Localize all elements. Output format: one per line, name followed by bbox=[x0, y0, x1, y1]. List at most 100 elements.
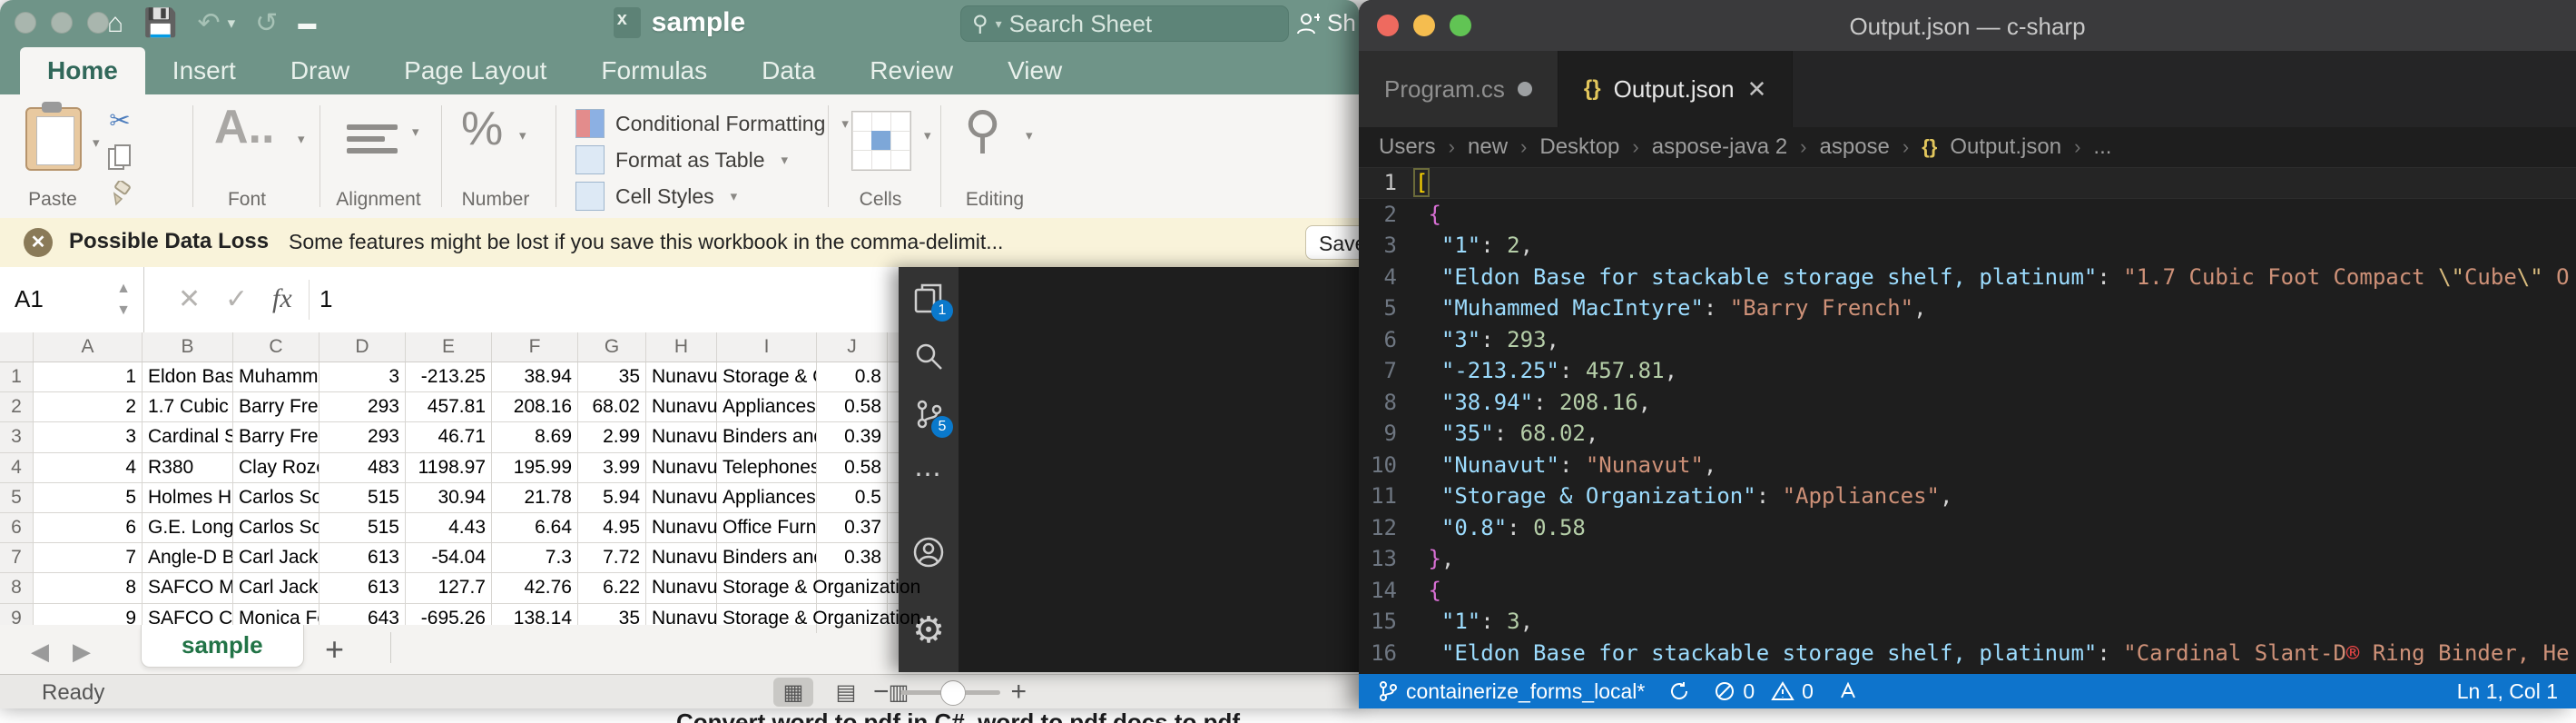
cell-F1[interactable]: 38.94 bbox=[492, 362, 578, 391]
cell-H4[interactable]: Nunavut bbox=[646, 453, 717, 482]
code-line-13[interactable]: 13 }, bbox=[1359, 543, 2576, 575]
format-painter-icon[interactable] bbox=[107, 181, 133, 206]
cell-E1[interactable]: -213.25 bbox=[406, 362, 492, 391]
format-as-table-button[interactable]: Format as Table ▾ bbox=[575, 145, 788, 174]
cut-icon[interactable]: ✂ bbox=[109, 105, 130, 135]
cell-H3[interactable]: Nunavut bbox=[646, 422, 717, 451]
cell-G3[interactable]: 2.99 bbox=[578, 422, 646, 451]
cell-C5[interactable]: Carlos Solter bbox=[233, 483, 320, 512]
cell-G6[interactable]: 4.95 bbox=[578, 513, 646, 542]
cell-J5[interactable]: 0.5 bbox=[817, 483, 888, 512]
problems-item[interactable]: 0 0 bbox=[1714, 679, 1814, 704]
column-header-C[interactable]: C bbox=[233, 332, 320, 362]
cell-I8[interactable]: Storage & Organization bbox=[717, 573, 817, 602]
tab-review[interactable]: Review bbox=[842, 47, 980, 94]
cell-D2[interactable]: 293 bbox=[320, 392, 406, 421]
cancel-icon[interactable]: ✕ bbox=[178, 283, 201, 315]
normal-view-icon[interactable]: ▦ bbox=[773, 678, 813, 707]
row-header-8[interactable]: 8 bbox=[0, 573, 34, 602]
launch-item[interactable] bbox=[1837, 680, 1859, 702]
font-caret-icon[interactable]: ▾ bbox=[298, 131, 305, 147]
row-header-7[interactable]: 7 bbox=[0, 543, 34, 572]
paste-label[interactable]: Paste bbox=[16, 189, 89, 211]
insert-function-icon[interactable]: fx bbox=[272, 283, 292, 314]
cell-A6[interactable]: 6 bbox=[34, 513, 143, 542]
name-box[interactable]: A1 ▲▼ bbox=[0, 267, 144, 332]
enter-icon[interactable]: ✓ bbox=[225, 283, 248, 315]
cell-H5[interactable]: Nunavut bbox=[646, 483, 717, 512]
code-line-15[interactable]: 15 "1": 3, bbox=[1359, 606, 2576, 638]
undo-caret-icon[interactable]: ▾ bbox=[228, 15, 236, 33]
code-line-9[interactable]: 9 "35": 68.02, bbox=[1359, 418, 2576, 450]
breadcrumb-item[interactable]: Output.json bbox=[1950, 134, 2061, 160]
zoom-button[interactable] bbox=[1450, 15, 1471, 36]
column-header-B[interactable]: B bbox=[143, 332, 233, 362]
tab-insert[interactable]: Insert bbox=[145, 47, 263, 94]
cell-E4[interactable]: 1198.97 bbox=[406, 453, 492, 482]
minimize-button[interactable] bbox=[51, 12, 73, 34]
code-line-6[interactable]: 6 "3": 293, bbox=[1359, 324, 2576, 356]
vscode-window-controls[interactable] bbox=[1377, 15, 1471, 36]
column-header-H[interactable]: H bbox=[646, 332, 717, 362]
paste-caret-icon[interactable]: ▾ bbox=[93, 134, 100, 151]
cell-D4[interactable]: 483 bbox=[320, 453, 406, 482]
column-header-A[interactable]: A bbox=[34, 332, 143, 362]
add-sheet-button[interactable]: + bbox=[325, 630, 344, 669]
number-label[interactable]: Number bbox=[450, 189, 541, 211]
cell-J6[interactable]: 0.37 bbox=[817, 513, 888, 542]
close-tab-icon[interactable]: ✕ bbox=[1747, 75, 1767, 104]
home-icon[interactable]: ⌂ bbox=[107, 7, 123, 40]
alignment-label[interactable]: Alignment bbox=[329, 189, 428, 211]
code-line-16[interactable]: 16 "Eldon Base for stackable storage she… bbox=[1359, 638, 2576, 669]
cell-C4[interactable]: Clay Rozenda bbox=[233, 453, 320, 482]
cell-H2[interactable]: Nunavut bbox=[646, 392, 717, 421]
cell-I1[interactable]: Storage & Or bbox=[717, 362, 817, 391]
row-header-3[interactable]: 3 bbox=[0, 422, 34, 451]
source-control-icon[interactable]: 5 bbox=[899, 389, 959, 440]
editor-tab-output-json[interactable]: {}Output.json✕ bbox=[1558, 51, 1793, 127]
cell-D3[interactable]: 293 bbox=[320, 422, 406, 451]
close-button[interactable] bbox=[1377, 15, 1399, 36]
cell-I5[interactable]: Appliances bbox=[717, 483, 817, 512]
column-header-I[interactable]: I bbox=[717, 332, 817, 362]
cell-H8[interactable]: Nunavut bbox=[646, 573, 717, 602]
cursor-position[interactable]: Ln 1, Col 1 bbox=[2457, 679, 2558, 704]
breadcrumb-item[interactable]: aspose bbox=[1820, 134, 1890, 160]
save-icon[interactable]: 💾 bbox=[143, 7, 177, 40]
tab-page-layout[interactable]: Page Layout bbox=[377, 47, 574, 94]
cell-B8[interactable]: SAFCO Mobil bbox=[143, 573, 233, 602]
row-header-6[interactable]: 6 bbox=[0, 513, 34, 542]
code-line-14[interactable]: 14 { bbox=[1359, 575, 2576, 607]
save-as-button[interactable]: Save As... bbox=[1305, 225, 1359, 260]
cells-caret-icon[interactable]: ▾ bbox=[924, 127, 931, 144]
cell-A4[interactable]: 4 bbox=[34, 453, 143, 482]
sheet-tab-sample[interactable]: sample bbox=[141, 625, 304, 668]
cell-J4[interactable]: 0.58 bbox=[817, 453, 888, 482]
editor-tab-program-cs[interactable]: Program.cs bbox=[1359, 51, 1558, 127]
column-header-D[interactable]: D bbox=[320, 332, 406, 362]
cell-E5[interactable]: 30.94 bbox=[406, 483, 492, 512]
editing-icon[interactable]: ⚲ bbox=[964, 100, 1001, 160]
cell-I3[interactable]: Binders and bbox=[717, 422, 817, 451]
name-box-spinner[interactable]: ▲▼ bbox=[116, 278, 131, 322]
cell-B3[interactable]: Cardinal Slan bbox=[143, 422, 233, 451]
cell-D8[interactable]: 613 bbox=[320, 573, 406, 602]
sync-item[interactable] bbox=[1668, 680, 1690, 702]
select-all-corner[interactable] bbox=[0, 332, 34, 362]
cell-B7[interactable]: Angle-D Bind bbox=[143, 543, 233, 572]
minimize-button[interactable] bbox=[1413, 15, 1435, 36]
branch-item[interactable]: containerize_forms_local* bbox=[1377, 679, 1645, 704]
sheet-nav-arrows[interactable]: ◀▶ bbox=[31, 638, 114, 666]
code-editor[interactable]: 1[2 {3 "1": 2,4 "Eldon Base for stackabl… bbox=[1359, 167, 2576, 674]
cell-F3[interactable]: 8.69 bbox=[492, 422, 578, 451]
row-header-5[interactable]: 5 bbox=[0, 483, 34, 512]
column-header-J[interactable]: J bbox=[817, 332, 888, 362]
cell-I7[interactable]: Binders and bbox=[717, 543, 817, 572]
zoom-button[interactable] bbox=[87, 12, 109, 34]
toolbar-options-icon[interactable]: ▬ bbox=[298, 7, 316, 40]
code-line-3[interactable]: 3 "1": 2, bbox=[1359, 230, 2576, 262]
tab-view[interactable]: View bbox=[980, 47, 1089, 94]
breadcrumb-item[interactable]: ... bbox=[2093, 134, 2111, 160]
unsaved-dot-icon[interactable] bbox=[1518, 82, 1532, 96]
editing-label[interactable]: Editing bbox=[951, 189, 1038, 211]
